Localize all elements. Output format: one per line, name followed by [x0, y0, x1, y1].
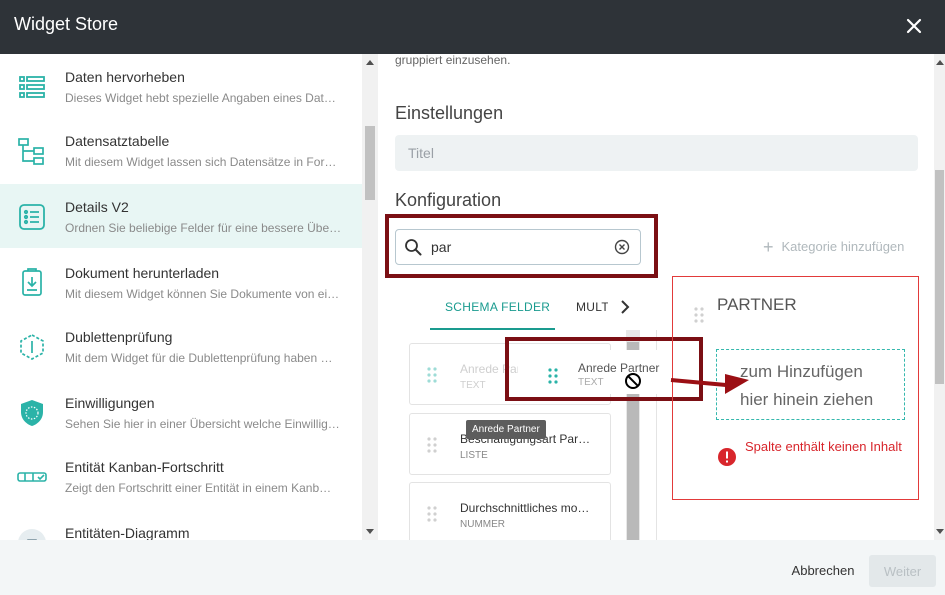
document-download-icon — [22, 268, 42, 296]
tab-multi[interactable]: MULTI — [576, 290, 608, 330]
sidebar-item-dokument-herunterladen[interactable]: Dokument herunterladen Mit diesem Widget… — [0, 250, 362, 314]
sidebar-item-desc: Ordnen Sie beliebige Felder für eine bes… — [65, 221, 342, 235]
sidebar-item-dublettenpruefung[interactable]: Dublettenprüfung Mit dem Widget für die … — [0, 314, 362, 378]
sidebar-item-daten-hervorheben[interactable]: Daten hervorheben Dieses Widget hebt spe… — [0, 54, 362, 118]
sidebar-item-desc: Sehen Sie hier in einer Übersicht welche… — [65, 417, 340, 431]
sidebar-item-entitaeten-diagramm[interactable]: Entitäten-Diagramm — [0, 510, 362, 540]
tab-schema-felder[interactable]: SCHEMA FELDER — [430, 290, 555, 330]
field-type: NUMMER — [460, 519, 505, 530]
field-tooltip: Anrede Partner — [466, 420, 546, 439]
sidebar-item-datensatztabelle[interactable]: Datensatztabelle Mit diesem Widget lasse… — [0, 118, 362, 182]
sidebar-item-desc: Dieses Widget hebt spezielle Angaben ein… — [65, 91, 336, 105]
sidebar-item-label: Datensatztabelle — [65, 133, 170, 149]
field-type: TEXT — [460, 380, 486, 391]
scroll-down-arrow-icon[interactable] — [366, 529, 374, 534]
chevron-right-icon[interactable] — [619, 300, 631, 314]
widget-list: Daten hervorheben Dieses Widget hebt spe… — [0, 54, 362, 540]
dialog-footer: Abbrechen Weiter — [0, 540, 945, 595]
column-title: PARTNER — [717, 295, 797, 314]
kanban-progress-icon — [17, 472, 47, 482]
details-list-icon — [19, 204, 45, 230]
plus-icon: + — [763, 237, 774, 257]
drop-zone-line: hier hinein ziehen — [740, 390, 874, 409]
widget-config-panel: gruppiert einzusehen. Einstellungen Tite… — [378, 54, 934, 540]
drag-handle-icon[interactable] — [427, 367, 437, 383]
sidebar-item-desc: Mit diesem Widget können Sie Dokumente v… — [65, 287, 340, 301]
sidebar-item-entitaet-kanban[interactable]: Entität Kanban-Fortschritt Zeigt den For… — [0, 444, 362, 508]
add-category-button[interactable]: + Kategorie hinzufügen — [763, 237, 904, 258]
duplicate-check-icon — [20, 334, 44, 360]
settings-heading: Einstellungen — [395, 103, 504, 123]
drop-zone-line: zum Hinzufügen — [740, 362, 863, 381]
sidebar-item-label: Entitäten-Diagramm — [65, 525, 190, 540]
close-icon[interactable] — [902, 14, 926, 38]
sidebar-scrollbar[interactable] — [362, 54, 378, 540]
sidebar-item-label: Dokument herunterladen — [65, 265, 220, 281]
entity-diagram-icon — [18, 529, 46, 540]
title-bar: Widget Store — [0, 0, 945, 54]
drag-handle-icon[interactable] — [427, 506, 437, 522]
cancel-button[interactable]: Abbrechen — [779, 556, 867, 584]
sidebar-item-label: Dublettenprüfung — [65, 329, 173, 345]
sidebar-item-einwilligungen[interactable]: Einwilligungen Sehen Sie hier in einer Ü… — [0, 380, 362, 444]
add-category-label: Kategorie hinzufügen — [781, 239, 905, 254]
configuration-heading: Konfiguration — [395, 190, 502, 210]
description-text: gruppiert einzusehen. — [395, 54, 511, 67]
scrollbar-thumb[interactable] — [935, 170, 944, 384]
field-type: LISTE — [460, 450, 488, 461]
sidebar-item-desc: Mit dem Widget für die Dublettenprüfung … — [65, 351, 333, 365]
error-icon — [718, 448, 736, 466]
sidebar-item-label: Daten hervorheben — [65, 69, 185, 85]
field-name: Durchschnittliches mo… — [460, 501, 590, 515]
sidebar-item-desc: Mit diesem Widget lassen sich Datensätze… — [65, 155, 337, 169]
scroll-up-arrow-icon[interactable] — [936, 60, 944, 65]
sidebar-item-label: Entität Kanban-Fortschritt — [65, 459, 224, 475]
sidebar-item-details-v2[interactable]: Details V2 Ordnen Sie beliebige Felder f… — [0, 184, 362, 248]
field-card[interactable]: Durchschnittliches mo… NUMMER — [409, 482, 611, 540]
scrollbar-thumb[interactable] — [365, 126, 375, 200]
drag-handle-icon[interactable] — [427, 437, 437, 453]
drop-zone[interactable]: zum Hinzufügen hier hinein ziehen — [716, 349, 905, 420]
window-title: Widget Store — [14, 14, 119, 34]
list-highlight-icon — [19, 76, 45, 98]
annotation-highlight-search — [385, 214, 658, 278]
drag-handle-icon[interactable] — [694, 307, 704, 323]
sidebar-item-label: Einwilligungen — [65, 395, 155, 411]
next-button[interactable]: Weiter — [869, 555, 936, 587]
main-scrollbar[interactable] — [934, 54, 945, 540]
tree-table-icon — [18, 138, 44, 165]
scroll-up-arrow-icon[interactable] — [366, 60, 374, 65]
partner-column[interactable]: PARTNER zum Hinzufügen hier hinein ziehe… — [672, 276, 919, 500]
title-input[interactable]: Titel — [395, 135, 918, 171]
sidebar-item-desc: Zeigt den Fortschritt einer Entität in e… — [65, 481, 332, 495]
scroll-down-arrow-icon[interactable] — [936, 529, 944, 534]
column-error-message: Spalte enthält keinen Inhalt — [745, 439, 902, 454]
sidebar-item-label: Details V2 — [65, 199, 129, 215]
gdpr-shield-icon — [21, 400, 43, 426]
